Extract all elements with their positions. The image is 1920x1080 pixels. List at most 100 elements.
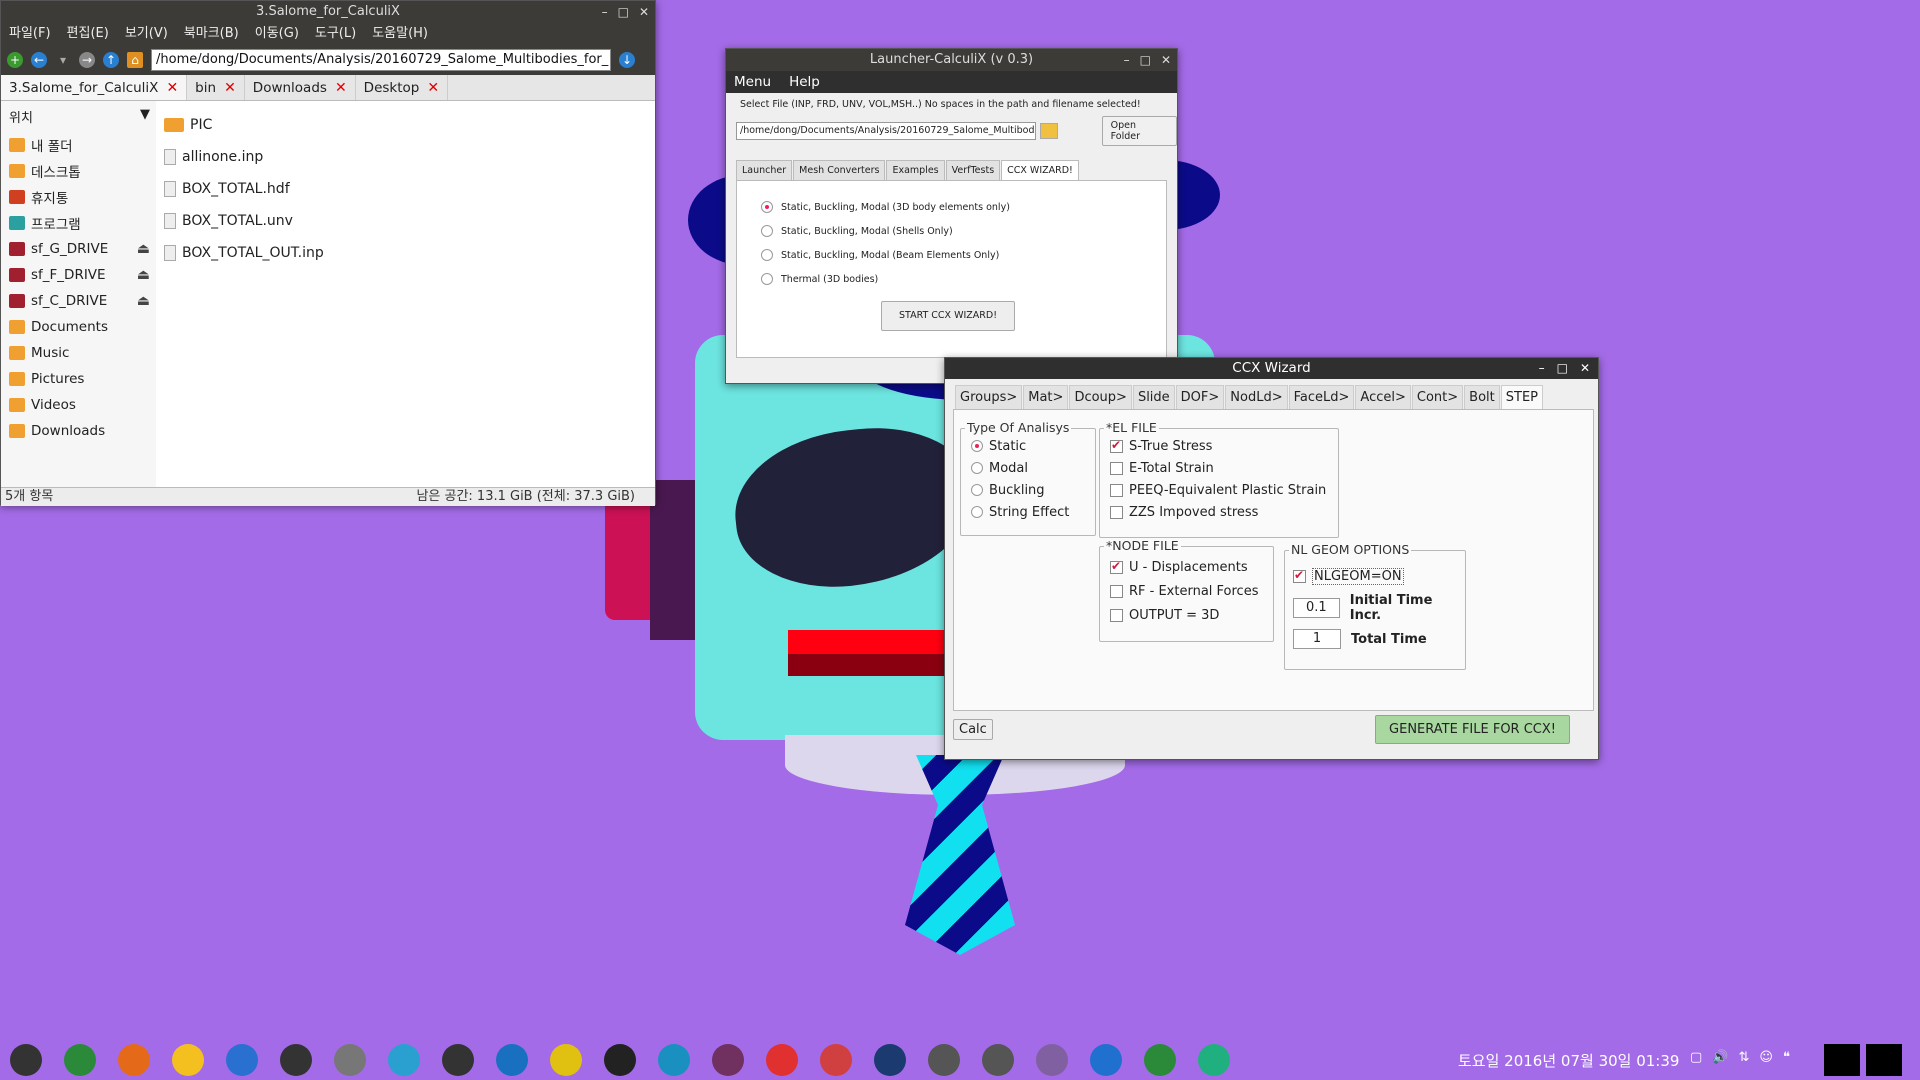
tab-downloads[interactable]: Downloads ✕ xyxy=(245,75,356,100)
maximize-icon[interactable]: □ xyxy=(618,1,629,23)
sidebar-item[interactable]: Downloads xyxy=(1,418,156,444)
checkbox[interactable] xyxy=(1110,608,1123,622)
settings-icon[interactable] xyxy=(820,1044,852,1076)
menu-help[interactable]: 도움말(H) xyxy=(372,23,428,45)
el-e-total-strain[interactable]: E-Total Strain xyxy=(1110,457,1338,479)
math-icon[interactable] xyxy=(982,1044,1014,1076)
sidebar-item[interactable]: Music xyxy=(1,340,156,366)
firefox-icon[interactable] xyxy=(118,1044,150,1076)
el-zzs[interactable]: ZZS Impoved stress xyxy=(1110,501,1338,523)
tab-salome[interactable]: 3.Salome_for_CalculiX ✕ xyxy=(1,75,188,101)
eject-icon[interactable]: ⏏ xyxy=(137,293,150,309)
menu-icon[interactable] xyxy=(10,1044,42,1076)
menu-menu[interactable]: Menu xyxy=(734,71,771,93)
close-icon[interactable]: ✕ xyxy=(1580,358,1590,379)
maximize-icon[interactable]: □ xyxy=(1140,49,1151,71)
sidebar-item[interactable]: Videos xyxy=(1,392,156,418)
radio-button[interactable] xyxy=(971,462,983,474)
tab-slide[interactable]: Slide xyxy=(1132,385,1175,409)
file-item[interactable]: allinone.inp xyxy=(164,141,647,173)
analysis-buckling[interactable]: Buckling xyxy=(971,479,1095,501)
tab-launcher[interactable]: Launcher xyxy=(736,160,793,180)
new-tab-icon[interactable]: + xyxy=(7,52,23,68)
tab-examples[interactable]: Examples xyxy=(886,160,945,180)
analysis-modal[interactable]: Modal xyxy=(971,457,1095,479)
app-lh-icon[interactable] xyxy=(496,1044,528,1076)
launcher-titlebar[interactable]: Launcher-CalculiX (v 0.3) – □ ✕ xyxy=(726,49,1177,71)
minimize-icon[interactable]: – xyxy=(1124,49,1130,71)
warning-icon[interactable] xyxy=(928,1044,960,1076)
file-manager-titlebar[interactable]: 3.Salome_for_CalculiX – □ ✕ xyxy=(1,1,655,23)
option-thermal[interactable]: Thermal (3D bodies) xyxy=(761,267,1142,291)
clock[interactable]: 토요일 2016년 07월 30일 01:39 xyxy=(1458,1050,1679,1071)
menu-view[interactable]: 보기(V) xyxy=(125,23,168,45)
tab-nodld[interactable]: NodLd> xyxy=(1225,385,1288,409)
hangouts-icon[interactable]: ❝ xyxy=(1783,1050,1790,1065)
initial-time-input[interactable]: 0.1 xyxy=(1293,598,1340,618)
option-beam[interactable]: Static, Buckling, Modal (Beam Elements O… xyxy=(761,243,1142,267)
file-item[interactable]: BOX_TOTAL.hdf xyxy=(164,173,647,205)
file-item[interactable]: BOX_TOTAL_OUT.inp xyxy=(164,237,647,269)
stripes-icon[interactable] xyxy=(550,1044,582,1076)
tab-mesh-converters[interactable]: Mesh Converters xyxy=(793,160,886,180)
file-item[interactable]: PIC xyxy=(164,109,647,141)
tab-mat[interactable]: Mat> xyxy=(1023,385,1069,409)
option-3d-body[interactable]: Static, Buckling, Modal (3D body element… xyxy=(761,195,1142,219)
volume-icon[interactable]: 🔊 xyxy=(1712,1050,1728,1065)
eject-icon[interactable]: ⏏ xyxy=(137,241,150,257)
brave-icon[interactable] xyxy=(172,1044,204,1076)
radio-button[interactable] xyxy=(971,484,983,496)
sidebar-item[interactable]: 데스크톱 xyxy=(1,158,156,184)
checkbox[interactable] xyxy=(1110,584,1123,598)
radio-button[interactable] xyxy=(761,201,773,213)
sync-icon[interactable] xyxy=(388,1044,420,1076)
home-icon[interactable]: ⌂ xyxy=(127,52,143,68)
monitor-icon[interactable] xyxy=(1198,1044,1230,1076)
node-u-displacements[interactable]: U - Displacements xyxy=(1110,555,1273,579)
calc-button[interactable]: Calc xyxy=(953,719,993,740)
close-tab-icon[interactable]: ✕ xyxy=(335,75,347,101)
wizard-titlebar[interactable]: CCX Wizard – □ ✕ xyxy=(945,358,1598,379)
menu-bookmarks[interactable]: 북마크(B) xyxy=(184,23,239,45)
chrome-icon[interactable] xyxy=(64,1044,96,1076)
network-icon[interactable]: ⇅ xyxy=(1738,1050,1749,1065)
checkbox[interactable] xyxy=(1110,505,1123,519)
history-down-icon[interactable]: ▾ xyxy=(55,52,71,68)
minimize-icon[interactable]: – xyxy=(602,1,608,23)
back-icon[interactable]: ← xyxy=(31,52,47,68)
radio-button[interactable] xyxy=(971,506,983,518)
close-icon[interactable]: ✕ xyxy=(639,1,649,23)
sidebar-item[interactable]: 휴지통 xyxy=(1,184,156,210)
checkbox[interactable] xyxy=(1110,483,1123,497)
menu-file[interactable]: 파일(F) xyxy=(9,23,51,45)
open-folder-button[interactable]: Open Folder xyxy=(1101,116,1177,146)
menu-edit[interactable]: 편집(E) xyxy=(67,23,109,45)
minimize-icon[interactable]: – xyxy=(1539,358,1545,379)
node-output-3d[interactable]: OUTPUT = 3D xyxy=(1110,603,1273,627)
tab-bolt[interactable]: Bolt xyxy=(1464,385,1500,409)
node-rf-external-forces[interactable]: RF - External Forces xyxy=(1110,579,1273,603)
chrome-icon-2[interactable] xyxy=(1144,1044,1176,1076)
tab-accel[interactable]: Accel> xyxy=(1355,385,1411,409)
close-tab-icon[interactable]: ✕ xyxy=(427,75,439,101)
sidebar-header[interactable]: 위치 ▼ xyxy=(1,105,156,132)
maximize-icon[interactable]: □ xyxy=(1557,358,1568,379)
tab-dcoup[interactable]: Dcoup> xyxy=(1069,385,1132,409)
eject-icon[interactable]: ⏏ xyxy=(137,267,150,283)
start-ccx-wizard-button[interactable]: START CCX WIZARD! xyxy=(881,301,1015,331)
refresh-icon[interactable] xyxy=(766,1044,798,1076)
radio-button[interactable] xyxy=(971,440,983,452)
tab-cont[interactable]: Cont> xyxy=(1411,385,1464,409)
ship-icon[interactable] xyxy=(658,1044,690,1076)
el-s-true-stress[interactable]: S-True Stress xyxy=(1110,435,1338,457)
close-tab-icon[interactable]: ✕ xyxy=(166,75,178,101)
question-app-icon[interactable] xyxy=(712,1044,744,1076)
tab-step[interactable]: STEP xyxy=(1500,385,1543,409)
tab-groups[interactable]: Groups> xyxy=(955,385,1023,409)
sidebar-item[interactable]: 내 폴더 xyxy=(1,132,156,158)
chevron-down-icon[interactable]: ▼ xyxy=(140,107,150,126)
sidebar-item[interactable]: 프로그램 xyxy=(1,210,156,236)
go-icon[interactable]: ↓ xyxy=(619,52,635,68)
radio-button[interactable] xyxy=(761,225,773,237)
checkbox[interactable] xyxy=(1110,438,1123,453)
